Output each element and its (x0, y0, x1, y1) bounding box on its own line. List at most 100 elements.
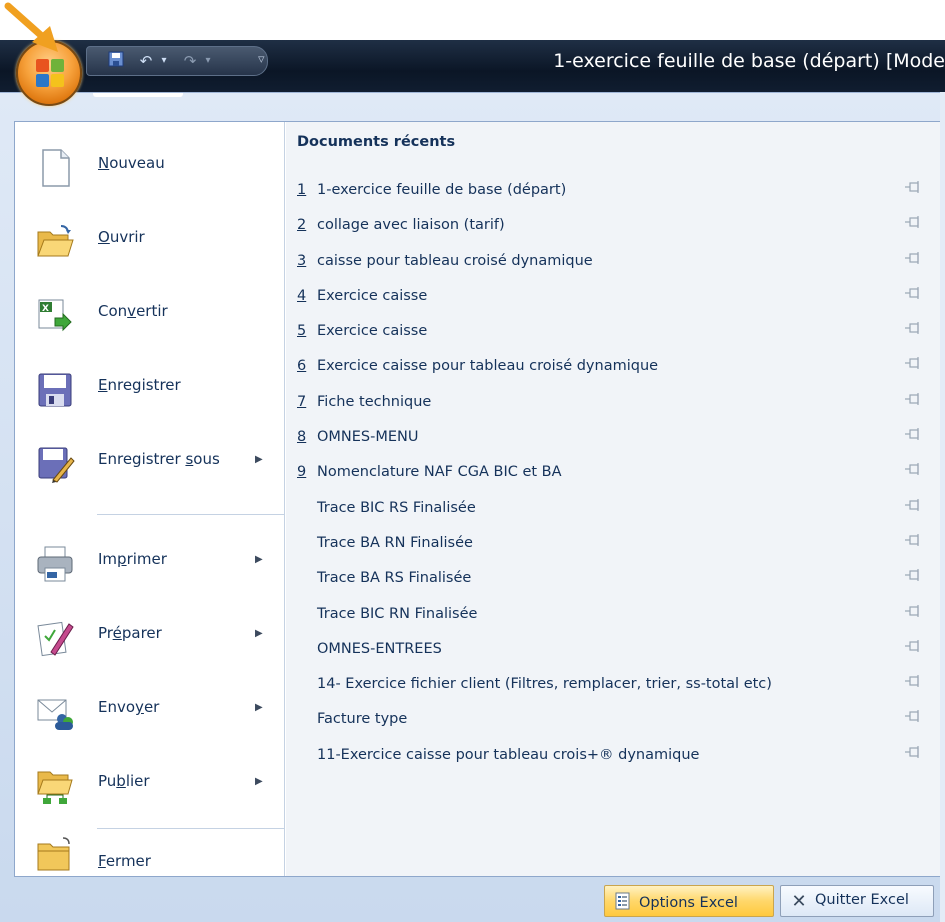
pin-icon[interactable] (904, 674, 922, 688)
menu-item-label: Convertir (98, 302, 168, 320)
recent-document-name: Nomenclature NAF CGA BIC et BA (317, 464, 562, 481)
menu-item-enregistrer-sous[interactable]: Enregistrer sous ▶ (15, 428, 285, 498)
pin-icon[interactable] (904, 462, 922, 476)
office-logo-icon (36, 59, 66, 89)
label-rest: uvrir (109, 228, 145, 246)
excel-options-button[interactable]: Options Excel (604, 885, 774, 917)
pin-icon[interactable] (904, 251, 922, 265)
menu-item-nouveau[interactable]: Nouveau (15, 132, 285, 202)
recent-document-number: 7 (297, 393, 307, 410)
label-rest: ous (193, 450, 220, 468)
pointer-arrow-icon (4, 2, 58, 52)
label-rest: parer (121, 624, 162, 642)
submenu-arrow-icon: ▶ (255, 554, 263, 565)
recent-document-name: Fiche technique (317, 393, 432, 410)
recent-document-name: Exercice caisse (317, 287, 428, 304)
label-rest: ouveau (109, 154, 165, 172)
recent-document-item[interactable]: 4 Exercice caisse (286, 280, 942, 315)
accel-key: v (127, 302, 137, 320)
recent-document-item[interactable]: 6 Exercice caisse pour tableau croisé dyn… (286, 350, 942, 385)
pin-icon[interactable] (904, 533, 922, 547)
recent-document-item[interactable]: 3 caisse pour tableau croisé dynamique (286, 245, 942, 280)
title-bar: ↶ ▾ ↷ ▾ ▿ 1-exercice feuille de base (dé… (0, 40, 945, 92)
label-rest: Enregistrer (98, 450, 186, 468)
recent-document-item[interactable]: 2 collage avec liaison (tarif) (286, 209, 942, 244)
recent-document-name: Exercice caisse (317, 323, 428, 340)
redo-dropdown-icon[interactable]: ▾ (197, 51, 219, 71)
menu-item-preparer[interactable]: Préparer ▶ (15, 602, 285, 672)
save-icon[interactable] (105, 51, 127, 71)
svg-text:X: X (42, 304, 49, 314)
menu-separator (97, 514, 285, 515)
submenu-arrow-icon: ▶ (255, 454, 263, 465)
pin-icon[interactable] (904, 498, 922, 512)
submenu-arrow-icon: ▶ (255, 776, 263, 787)
recent-document-item[interactable]: OMNES-ENTREES (286, 633, 942, 668)
recent-document-number: 3 (297, 252, 307, 269)
recent-document-item[interactable]: 7 Fiche technique (286, 386, 942, 421)
accel-key: b (116, 772, 126, 790)
convert-icon: X (38, 299, 72, 332)
quit-excel-button[interactable]: ✕ Quitter Excel (780, 885, 934, 917)
menu-item-fermer[interactable]: Fermer (15, 810, 285, 876)
office-menu-panel: Nouveau Ouvrir X Convertir Enregistrer E… (14, 121, 943, 877)
recent-document-number: 5 (297, 323, 307, 340)
menu-tab-notch (93, 93, 183, 97)
menu-item-label: Ouvrir (98, 228, 145, 246)
recent-document-item[interactable]: 14- Exercice fichier client (Filtres, re… (286, 668, 942, 703)
accel-key: N (98, 154, 110, 172)
menu-item-ouvrir[interactable]: Ouvrir (15, 206, 285, 276)
recent-documents-title: Documents récents (297, 134, 456, 150)
label-rest: Pr (98, 624, 113, 642)
label-rest: Pu (98, 772, 117, 790)
command-list: Nouveau Ouvrir X Convertir Enregistrer E… (15, 122, 285, 876)
pin-icon[interactable] (904, 639, 922, 653)
recent-document-item[interactable]: Facture type (286, 703, 942, 738)
label-rest: lier (125, 772, 150, 790)
pin-icon[interactable] (904, 745, 922, 759)
pin-icon[interactable] (904, 604, 922, 618)
new-document-icon (42, 149, 70, 187)
pin-icon[interactable] (904, 427, 922, 441)
menu-item-imprimer[interactable]: Imprimer ▶ (15, 528, 285, 598)
options-button-label: Options Excel (639, 895, 738, 911)
recent-document-item[interactable]: 9 Nomenclature NAF CGA BIC et BA (286, 456, 942, 491)
recent-document-name: 11-Exercice caisse pour tableau crois+® … (317, 746, 700, 763)
customize-qat-icon[interactable]: ▿ (258, 52, 265, 67)
pin-icon[interactable] (904, 180, 922, 194)
pin-icon[interactable] (904, 286, 922, 300)
menu-item-convertir[interactable]: X Convertir (15, 280, 285, 350)
recent-document-item[interactable]: 1 1-exercice feuille de base (départ) (286, 174, 942, 209)
submenu-arrow-icon: ▶ (255, 702, 263, 713)
publish-icon (37, 771, 73, 804)
menu-item-enregistrer[interactable]: Enregistrer (15, 354, 285, 424)
accel-key: p (117, 550, 127, 568)
menu-item-label: Envoyer (98, 698, 159, 716)
recent-document-item[interactable]: 11-Exercice caisse pour tableau crois+® … (286, 739, 942, 774)
undo-dropdown-icon[interactable]: ▾ (153, 51, 175, 71)
pin-icon[interactable] (904, 568, 922, 582)
pin-icon[interactable] (904, 356, 922, 370)
recent-document-name: Trace BIC RS Finalisée (317, 499, 476, 516)
label-rest: nregistrer (107, 376, 181, 394)
recent-document-item[interactable]: Trace BIC RS Finalisée (286, 492, 942, 527)
recent-document-number: 6 (297, 358, 307, 375)
recent-document-item[interactable]: Trace BA RS Finalisée (286, 562, 942, 597)
pin-icon[interactable] (904, 321, 922, 335)
recent-document-item[interactable]: 5 Exercice caisse (286, 315, 942, 350)
recent-document-item[interactable]: Trace BA RN Finalisée (286, 527, 942, 562)
office-menu: Nouveau Ouvrir X Convertir Enregistrer E… (0, 92, 945, 922)
quick-access-toolbar: ↶ ▾ ↷ ▾ (86, 46, 268, 76)
menu-item-envoyer[interactable]: Envoyer ▶ (15, 676, 285, 746)
pin-icon[interactable] (904, 215, 922, 229)
accel-key: F (98, 852, 106, 870)
pin-icon[interactable] (904, 709, 922, 723)
label-rest: Con (98, 302, 128, 320)
recent-document-item[interactable]: 8 OMNES-MENU (286, 421, 942, 456)
recent-document-name: caisse pour tableau croisé dynamique (317, 252, 593, 269)
window-title: 1-exercice feuille de base (départ) [Mod… (553, 50, 945, 72)
recent-document-name: Trace BIC RN Finalisée (317, 605, 478, 622)
pin-icon[interactable] (904, 392, 922, 406)
open-folder-icon (37, 225, 74, 257)
recent-document-item[interactable]: Trace BIC RN Finalisée (286, 598, 942, 633)
